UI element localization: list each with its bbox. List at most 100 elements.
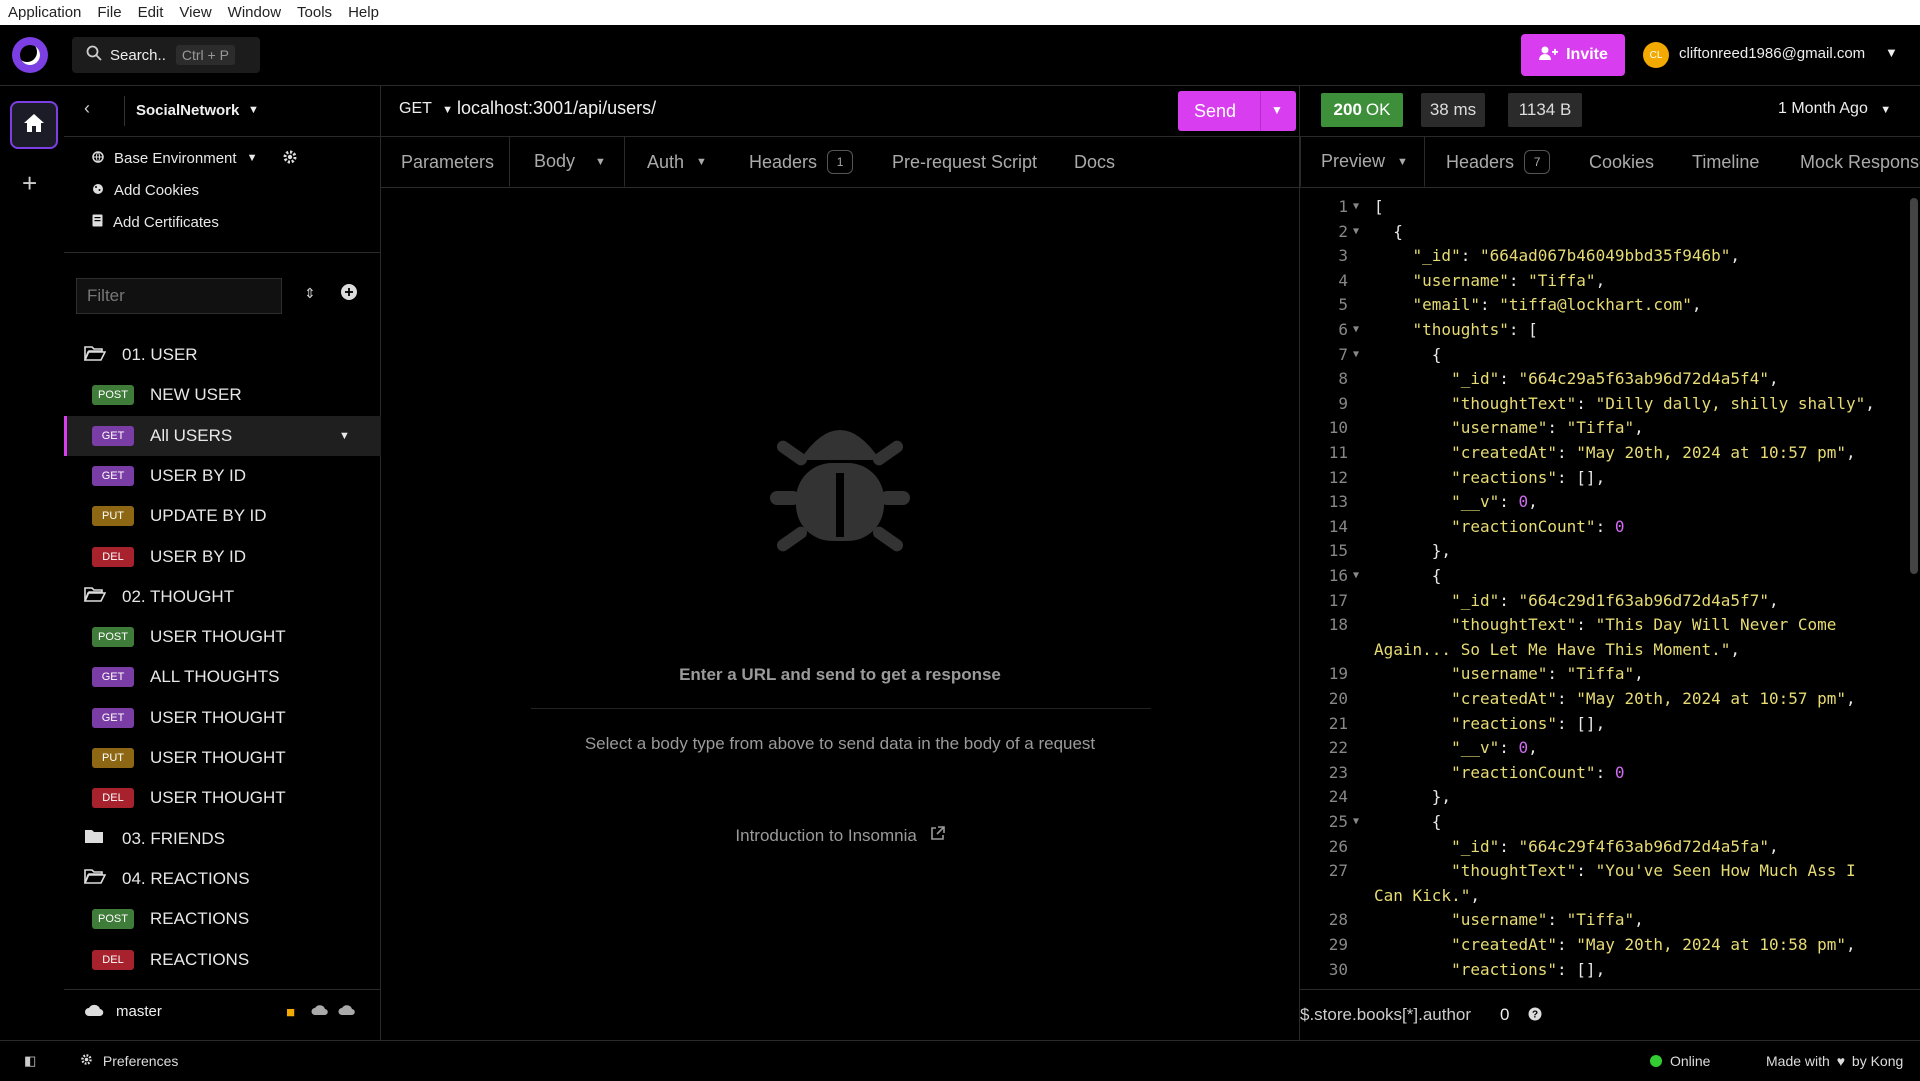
request-item[interactable]: POST REACTIONS	[64, 899, 380, 939]
code-text: "_id": "664c29d1f63ab96d72d4a5f7",	[1451, 590, 1779, 610]
folder-icon	[84, 828, 106, 849]
fold-chevron-icon[interactable]: ▼	[1353, 809, 1359, 834]
project-name[interactable]: SocialNetwork	[136, 102, 239, 119]
menu-tools[interactable]: Tools	[289, 4, 340, 21]
code-text: {	[1374, 812, 1442, 831]
menu-help[interactable]: Help	[340, 4, 387, 21]
folder-item[interactable]: 04. REACTIONS	[64, 859, 380, 899]
request-item[interactable]: DEL USER THOUGHT	[64, 778, 380, 818]
tab-preview[interactable]: Preview ▼	[1300, 137, 1425, 187]
tab-timeline[interactable]: Timeline	[1692, 137, 1759, 187]
environment-selector[interactable]: Base Environment ▼	[64, 142, 380, 174]
url-input[interactable]: localhost:3001/api/users/	[457, 98, 656, 119]
request-item[interactable]: GET USER BY ID	[64, 456, 380, 496]
sidebar-toggle-icon[interactable]: ◧	[24, 1053, 36, 1069]
tab-parameters[interactable]: Parameters	[401, 137, 494, 187]
code-line: 5 "email": "tiffa@lockhart.com",	[1300, 292, 1900, 317]
method-badge: GET	[92, 707, 134, 728]
request-item[interactable]: POST USER THOUGHT	[64, 617, 380, 657]
home-button[interactable]	[10, 101, 58, 149]
made-with-kong[interactable]: Made with ♥ by Kong	[1766, 1053, 1903, 1069]
fold-chevron-icon[interactable]: ▼	[1353, 342, 1359, 367]
invite-label: Invite	[1566, 46, 1608, 63]
request-item[interactable]: DEL REACTIONS	[64, 940, 380, 980]
insomnia-logo-icon[interactable]	[12, 37, 48, 73]
menu-file[interactable]: File	[89, 4, 129, 21]
request-item[interactable]: GET All USERS ▼	[64, 415, 383, 456]
folder-label: 03. FRIENDS	[122, 828, 225, 848]
method-badge: GET	[92, 425, 134, 446]
request-item[interactable]: DEL USER BY ID	[64, 537, 380, 577]
tab-label: Headers	[1446, 151, 1515, 172]
add-circle-icon[interactable]	[340, 283, 358, 306]
menu-view[interactable]: View	[171, 4, 219, 21]
method-badge: GET	[92, 465, 134, 486]
tab-docs[interactable]: Docs	[1074, 137, 1115, 187]
code-text: "_id": "664c29f4f63ab96d72d4a5fa",	[1451, 836, 1779, 856]
cube-icon[interactable]: ■	[286, 1004, 295, 1021]
line-number: 21	[1328, 713, 1348, 733]
avatar[interactable]: CL	[1643, 42, 1669, 68]
line-number: 12	[1328, 467, 1348, 487]
search-button[interactable]: Search.. Ctrl + P	[72, 37, 260, 73]
user-email[interactable]: cliftonreed1986@gmail.com	[1679, 45, 1865, 62]
line-number: 25	[1328, 812, 1348, 831]
request-item[interactable]: GET USER THOUGHT	[64, 698, 380, 738]
back-chevron-icon[interactable]: ‹	[84, 98, 90, 119]
folder-item[interactable]: 02. THOUGHT	[64, 577, 380, 617]
response-filter-input[interactable]: $.store.books[*].author	[1300, 1005, 1471, 1025]
request-item[interactable]: PUT UPDATE BY ID	[64, 496, 380, 536]
chevron-down-icon[interactable]: ▼	[1885, 45, 1898, 60]
tab-mock-response[interactable]: Mock Response	[1800, 137, 1920, 187]
cloud-download-icon[interactable]	[311, 1003, 329, 1021]
sort-icon[interactable]: ⇕	[304, 285, 316, 302]
response-json-viewer[interactable]: 1 ▼[2 ▼ {3 "_id": "664ad067b46049bbd35f946…	[1300, 197, 1900, 979]
fold-chevron-icon[interactable]: ▼	[1353, 194, 1359, 219]
filter-input[interactable]: Filter	[76, 278, 282, 314]
request-item[interactable]: GET ALL THOUGHTS	[64, 657, 380, 697]
request-item[interactable]: POST NEW USER	[64, 375, 380, 415]
line-number: 11	[1328, 443, 1348, 462]
help-icon[interactable]: ?	[1528, 1006, 1542, 1026]
line-number: 2	[1338, 221, 1348, 241]
menu-window[interactable]: Window	[220, 4, 289, 21]
request-label: REACTIONS	[150, 949, 250, 969]
response-headers-count-badge: 7	[1524, 150, 1551, 174]
fold-chevron-icon[interactable]: ▼	[1353, 317, 1359, 342]
response-history-selector[interactable]: 1 Month Ago ▼	[1778, 100, 1891, 118]
tab-cookies[interactable]: Cookies	[1589, 137, 1654, 187]
folder-item[interactable]: 03. FRIENDS	[64, 819, 380, 859]
send-chevron-down-icon[interactable]: ▼	[1271, 103, 1283, 117]
request-label: All USERS	[150, 425, 233, 445]
tab-response-headers[interactable]: Headers 7	[1446, 137, 1551, 187]
branch-name[interactable]: master	[116, 1003, 162, 1020]
tab-headers[interactable]: Headers 1	[749, 137, 854, 187]
menu-application[interactable]: Application	[0, 4, 89, 21]
add-icon[interactable]: +	[22, 168, 37, 199]
tab-pre-request-script[interactable]: Pre-request Script	[892, 137, 1037, 187]
gear-icon[interactable]	[282, 149, 298, 169]
cloud-upload-icon[interactable]	[338, 1003, 356, 1021]
fold-chevron-icon[interactable]: ▼	[1353, 563, 1359, 588]
invite-button[interactable]: Invite	[1521, 34, 1625, 76]
intro-link[interactable]: Introduction to Insomnia	[381, 826, 1299, 846]
add-certificates-button[interactable]: Add Certificates	[64, 206, 380, 238]
code-line: 25 ▼ {	[1300, 809, 1900, 834]
request-menu-chevron-icon[interactable]: ▼	[339, 430, 350, 442]
method-label: GET	[399, 100, 432, 117]
scrollbar[interactable]	[1910, 198, 1918, 574]
project-chevron-down-icon[interactable]: ▼	[248, 104, 259, 116]
tab-body[interactable]: Body ▼	[509, 137, 625, 187]
method-selector[interactable]: GET ▼	[399, 100, 453, 118]
fold-chevron-icon[interactable]: ▼	[1353, 219, 1359, 244]
top-header: Search.. Ctrl + P Invite CL cliftonreed1…	[0, 25, 1920, 86]
send-button[interactable]: Send ▼	[1178, 91, 1296, 131]
add-cookies-button[interactable]: Add Cookies	[64, 174, 380, 206]
line-number: 27	[1328, 861, 1348, 881]
preferences-button[interactable]: Preferences	[80, 1053, 178, 1069]
request-item[interactable]: PUT USER THOUGHT	[64, 738, 380, 778]
code-line: 13 "__v": 0,	[1300, 489, 1900, 514]
folder-item[interactable]: 01. USER	[64, 335, 380, 375]
tab-auth[interactable]: Auth ▼	[647, 137, 707, 187]
menu-edit[interactable]: Edit	[130, 4, 172, 21]
